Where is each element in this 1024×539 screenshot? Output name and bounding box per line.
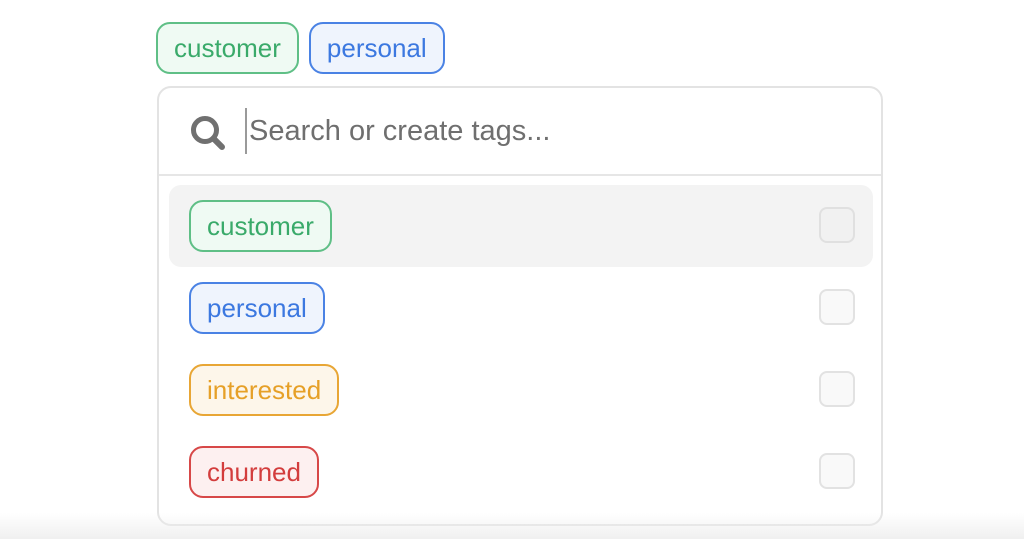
tag-option-checkbox[interactable] bbox=[819, 453, 855, 489]
tag-option-label: customer bbox=[189, 200, 332, 252]
tag-option-customer[interactable]: customer bbox=[169, 185, 873, 267]
tag-option-checkbox[interactable] bbox=[819, 289, 855, 325]
selected-tag-personal[interactable]: personal bbox=[308, 22, 445, 74]
tag-dropdown: customer personal interested churned bbox=[157, 86, 883, 526]
tag-option-label: interested bbox=[189, 364, 340, 416]
search-input[interactable] bbox=[245, 108, 849, 154]
selected-tags: customer personal bbox=[156, 22, 445, 74]
tag-option-interested[interactable]: interested bbox=[169, 349, 873, 431]
search-icon bbox=[189, 114, 227, 152]
tag-picker-page: customer personal customer personal bbox=[0, 0, 1024, 539]
tag-option-checkbox[interactable] bbox=[819, 371, 855, 407]
tag-option-label: personal bbox=[189, 282, 325, 334]
tag-options-list: customer personal interested churned bbox=[169, 185, 873, 513]
tag-option-personal[interactable]: personal bbox=[169, 267, 873, 349]
tag-option-label: churned bbox=[189, 446, 319, 498]
tag-option-churned[interactable]: churned bbox=[169, 431, 873, 513]
tag-option-checkbox[interactable] bbox=[819, 207, 855, 243]
selected-tag-customer[interactable]: customer bbox=[156, 22, 299, 74]
search-bar bbox=[159, 88, 881, 176]
